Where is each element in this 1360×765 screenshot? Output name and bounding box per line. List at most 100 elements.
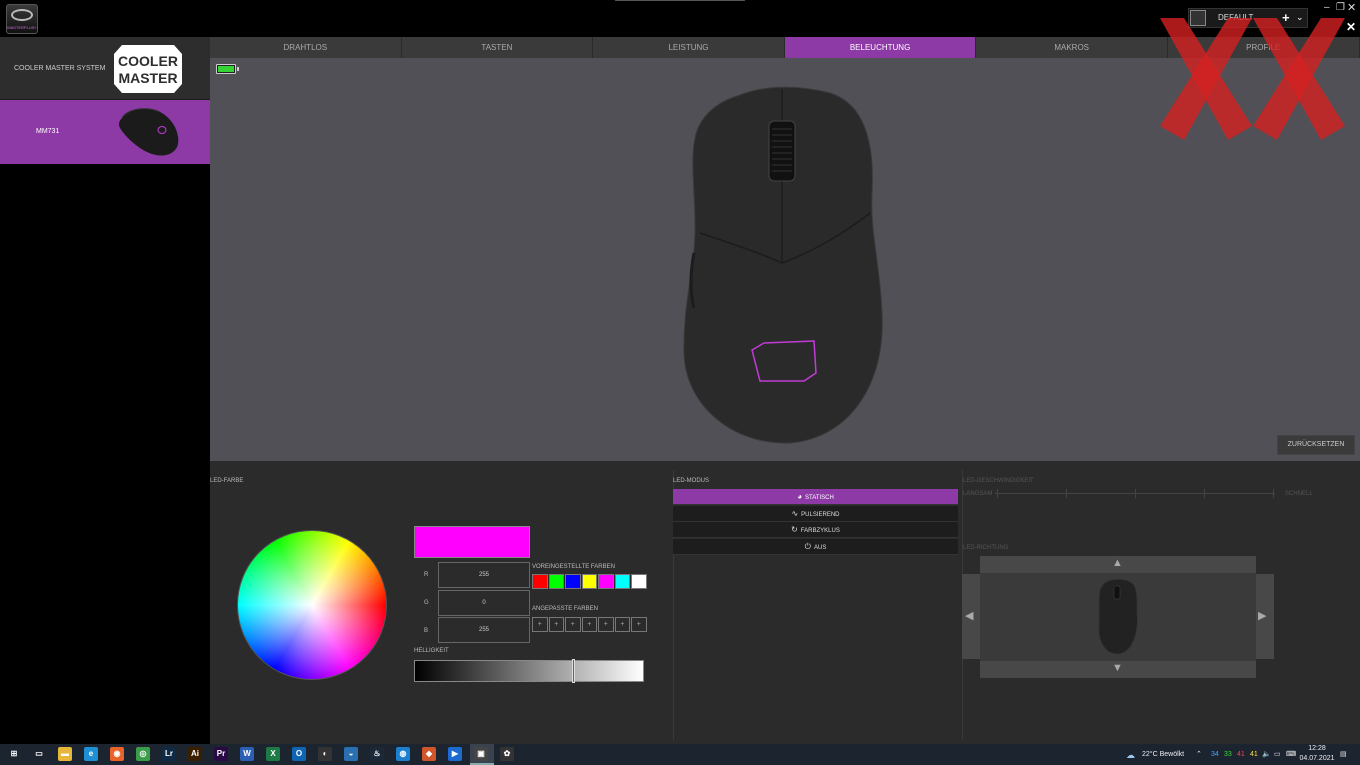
tab-makros[interactable]: MAKROS <box>976 37 1168 58</box>
volume-icon[interactable]: 🔈 <box>1262 750 1271 758</box>
preset-color-swatch[interactable] <box>614 574 630 589</box>
network-icon[interactable]: ▭ <box>1274 750 1281 758</box>
firefox-icon[interactable]: ◉ <box>110 747 124 761</box>
tab-leistung[interactable]: LEISTUNG <box>593 37 785 58</box>
custom-colors-label: ANGEPASSTE FARBEN <box>532 606 598 612</box>
weather-icon[interactable]: ☁ <box>1126 750 1135 761</box>
close-icon[interactable]: ✕ <box>1346 20 1356 34</box>
arrow-right-icon[interactable]: ▶ <box>1258 609 1266 622</box>
led-direction-label: LED-RICHTUNG <box>963 545 1009 551</box>
led-speed-label: LED-GESCHWINDIGKEIT <box>963 478 1034 484</box>
close-button[interactable]: ✕ <box>1347 1 1356 14</box>
title-bar: MASTERPLUS+ DEFAULT + ⌄ – ❐ ✕ ✕ <box>0 0 1360 37</box>
app-icon-5[interactable]: ▶ <box>448 747 462 761</box>
led-mode-label: PULSIEREND <box>801 511 840 518</box>
cycle-icon: ↻ <box>791 525 798 534</box>
add-custom-color-button[interactable]: + <box>598 617 614 632</box>
steam-icon[interactable]: ♨ <box>370 747 384 761</box>
edge-icon[interactable]: e <box>84 747 98 761</box>
windows-start-icon[interactable]: ⊞ <box>7 747 21 761</box>
app-icon-6[interactable]: ✿ <box>500 747 514 761</box>
b-input[interactable]: 255 <box>438 617 530 643</box>
led-color-label: LED-FARBE <box>210 478 244 484</box>
preset-color-swatch[interactable] <box>631 574 647 589</box>
preset-color-swatch[interactable] <box>548 574 564 589</box>
speed-tick <box>1066 489 1067 498</box>
g-label: G <box>424 600 429 606</box>
word-icon[interactable]: W <box>240 747 254 761</box>
led-mode-statisch[interactable]: ◕ STATISCH <box>673 489 958 505</box>
file-explorer-icon[interactable]: ▬ <box>58 747 72 761</box>
masterplus-logo: MASTERPLUS+ <box>6 4 38 34</box>
preset-color-swatch[interactable] <box>581 574 597 589</box>
add-custom-color-button[interactable]: + <box>581 617 597 632</box>
led-mode-label: STATISCH <box>805 495 834 501</box>
preset-color-swatch[interactable] <box>565 574 581 589</box>
weather-text[interactable]: 22°C Bewölkt <box>1142 751 1184 758</box>
keyboard-icon[interactable]: ⌨ <box>1286 750 1296 758</box>
logo-word-2: MASTER <box>118 70 177 86</box>
premiere-icon[interactable]: Pr <box>214 747 228 761</box>
battery-icon <box>216 64 239 74</box>
arrow-up-icon[interactable]: ▲ <box>1112 557 1123 569</box>
app-icon-4[interactable]: ◆ <box>422 747 436 761</box>
speed-tick <box>997 489 998 498</box>
outlook-icon[interactable]: O <box>292 747 306 761</box>
led-mode-aus[interactable]: ⏻ AUS <box>673 538 958 555</box>
tab-drahtlos[interactable]: DRAHTLOS <box>210 37 402 58</box>
color-wheel[interactable] <box>237 530 387 680</box>
speed-min-label: LANGSAM <box>963 491 993 497</box>
maximize-button[interactable]: ❐ <box>1336 2 1345 13</box>
lightroom-icon[interactable]: Lr <box>162 747 176 761</box>
reset-button[interactable]: ZURÜCKSETZEN <box>1277 435 1355 455</box>
preset-color-swatch[interactable] <box>532 574 548 589</box>
palette-icon: ◕ <box>797 492 803 501</box>
title-divider <box>615 0 745 1</box>
app-icon-2[interactable]: ◒ <box>344 747 358 761</box>
brightness-handle[interactable] <box>571 659 575 683</box>
tray-value-1[interactable]: 34 <box>1211 751 1219 758</box>
sidebar-item-system[interactable]: COOLER MASTER SYSTEM COOLER MASTER <box>0 37 210 100</box>
tray-value-2[interactable]: 33 <box>1224 751 1232 758</box>
system-label: COOLER MASTER SYSTEM <box>14 65 106 72</box>
device-label: MM731 <box>36 128 60 135</box>
tray-value-3[interactable]: 41 <box>1237 751 1245 758</box>
preset-color-swatch[interactable] <box>598 574 614 589</box>
illustrator-icon[interactable]: Ai <box>188 747 202 761</box>
add-custom-color-button[interactable]: + <box>565 617 581 632</box>
excel-icon[interactable]: X <box>266 747 280 761</box>
g-input[interactable]: 0 <box>438 590 530 616</box>
current-color-swatch <box>414 526 530 558</box>
r-input[interactable]: 255 <box>438 562 530 588</box>
led-mode-farbzyklus[interactable]: ↻ FARBZYKLUS <box>673 522 958 538</box>
arrow-down-icon[interactable]: ▼ <box>1112 662 1123 674</box>
app-icon-1[interactable]: ◐ <box>318 747 332 761</box>
clock-date[interactable]: 04.07.2021 <box>1298 755 1336 762</box>
add-custom-color-button[interactable]: + <box>548 617 564 632</box>
tray-value-4[interactable]: 41 <box>1250 751 1258 758</box>
add-custom-color-button[interactable]: + <box>532 617 548 632</box>
power-icon: ⏻ <box>804 541 811 551</box>
task-view-icon[interactable]: ▭ <box>32 747 46 761</box>
add-custom-color-button[interactable]: + <box>614 617 630 632</box>
brightness-slider[interactable] <box>414 660 644 682</box>
speed-tick <box>1135 489 1136 498</box>
masterplus-icon[interactable]: ▣ <box>474 747 488 761</box>
app-icon-3[interactable]: ◍ <box>396 747 410 761</box>
chrome-icon[interactable]: ◎ <box>136 747 150 761</box>
minimize-button[interactable]: – <box>1324 2 1330 13</box>
add-custom-color-button[interactable]: + <box>631 617 647 632</box>
pulse-icon: ∿ <box>791 508 799 518</box>
arrow-left-icon[interactable]: ◀ <box>965 609 973 622</box>
notification-icon[interactable]: ▤ <box>1340 750 1347 758</box>
tab-beleuchtung[interactable]: BELEUCHTUNG <box>784 37 977 58</box>
led-mode-label: FARBZYKLUS <box>800 528 840 534</box>
sidebar-item-device[interactable]: MM731 <box>0 100 210 164</box>
r-label: R <box>424 572 429 578</box>
led-mode-pulsierend[interactable]: ∿ PULSIEREND <box>673 505 958 522</box>
tab-tasten[interactable]: TASTEN <box>402 37 594 58</box>
cooler-master-logo: COOLER MASTER <box>114 45 182 93</box>
clock-time[interactable]: 12:28 <box>1300 745 1334 752</box>
speed-max-label: SCHNELL <box>1285 491 1313 497</box>
chevron-up-icon[interactable]: ⌃ <box>1196 750 1202 758</box>
